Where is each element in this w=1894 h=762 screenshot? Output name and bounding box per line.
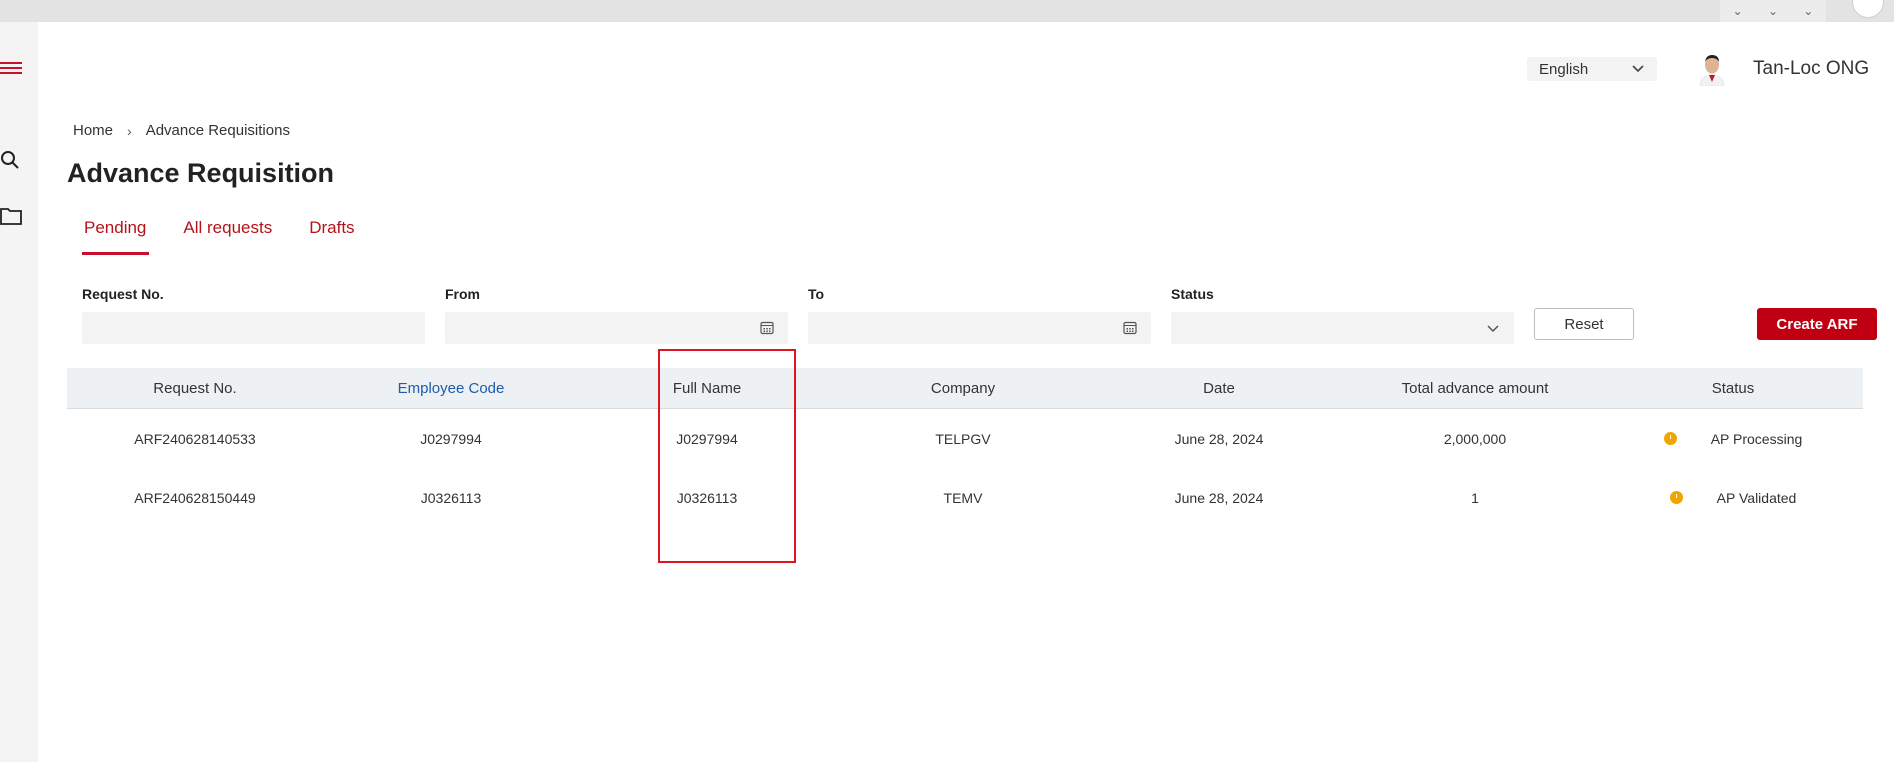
company-cell: TELPGV: [935, 430, 991, 447]
tab-bar: Pending All requests Drafts: [82, 218, 390, 255]
window-top-bar: ⌄ ⌄ ⌄: [0, 0, 1894, 22]
calendar-icon[interactable]: [760, 321, 774, 335]
request-no-cell[interactable]: ARF240628140533: [67, 431, 323, 447]
language-value: English: [1539, 60, 1589, 78]
language-select[interactable]: English: [1527, 57, 1657, 81]
status-select-value[interactable]: [1171, 312, 1514, 344]
from-label: From: [445, 286, 480, 302]
requests-table: Request No. Employee Code Full Name Comp…: [67, 368, 1863, 527]
column-header-date[interactable]: Date: [1091, 380, 1347, 397]
to-label: To: [808, 286, 825, 302]
search-icon[interactable]: [0, 150, 22, 172]
status-label: Status: [1171, 286, 1214, 302]
column-header-amount[interactable]: Total advance amount: [1347, 380, 1603, 397]
date-cell: June 28, 2024: [1174, 430, 1264, 447]
column-header-company[interactable]: Company: [835, 380, 1091, 397]
breadcrumb-current: Advance Requisitions: [145, 122, 290, 139]
page-title: Advance Requisition: [67, 158, 335, 188]
from-filter: From: [445, 286, 788, 344]
profile-circle[interactable]: [1852, 0, 1884, 18]
breadcrumb-home[interactable]: Home: [73, 122, 113, 139]
status-text: AP Validated: [1716, 489, 1797, 506]
status-cell: AP Processing: [1603, 431, 1863, 447]
avatar[interactable]: [1697, 52, 1727, 87]
chevron-down-icon[interactable]: ⌄: [1803, 4, 1813, 18]
chevron-down-icon: [1487, 325, 1499, 333]
from-date-input[interactable]: [445, 312, 788, 344]
date-cell: June 28, 2024: [1174, 489, 1264, 506]
chevron-down-icon[interactable]: ⌄: [1768, 4, 1778, 18]
request-no-cell[interactable]: ARF240628150449: [67, 490, 323, 506]
create-arf-button[interactable]: Create ARF: [1757, 308, 1877, 340]
amount-cell: 1: [1471, 489, 1479, 506]
tab-pending[interactable]: Pending: [82, 218, 150, 255]
employee-code-cell: J0326113: [420, 489, 482, 506]
full-name-cell: J0297994: [676, 430, 738, 447]
chevron-right-icon: ›: [127, 122, 132, 139]
tab-drafts[interactable]: Drafts: [307, 218, 357, 255]
to-filter: To: [808, 286, 1151, 344]
status-filter: Status: [1171, 286, 1514, 344]
status-select[interactable]: [1171, 312, 1514, 344]
menu-icon[interactable]: [0, 62, 22, 76]
clock-icon: [1663, 432, 1677, 445]
calendar-icon[interactable]: [1123, 321, 1137, 335]
request-no-filter: Request No.: [82, 286, 425, 344]
status-cell: AP Validated: [1603, 490, 1863, 506]
request-no-input[interactable]: [82, 312, 425, 344]
table-row[interactable]: ARF240628140533 J0297994 J0297994 TELPGV…: [67, 409, 1863, 468]
sidebar: [0, 22, 38, 762]
column-header-employee-code[interactable]: Employee Code: [323, 380, 579, 397]
employee-code-cell: J0297994: [420, 430, 482, 447]
to-date-input[interactable]: [808, 312, 1151, 344]
column-header-request-no[interactable]: Request No.: [67, 380, 323, 397]
status-text: AP Processing: [1710, 430, 1803, 447]
chevron-down-icon: [1632, 65, 1644, 73]
reset-button[interactable]: Reset: [1534, 308, 1634, 340]
column-header-full-name[interactable]: Full Name: [579, 380, 835, 397]
folder-icon[interactable]: [0, 206, 22, 228]
user-name[interactable]: Tan-Loc ONG: [1753, 58, 1869, 80]
amount-cell: 2,000,000: [1443, 430, 1507, 447]
table-header: Request No. Employee Code Full Name Comp…: [67, 368, 1863, 409]
request-no-label: Request No.: [82, 286, 164, 302]
window-controls: ⌄ ⌄ ⌄: [1720, 0, 1826, 22]
clock-icon: [1669, 491, 1683, 504]
header-right: English Tan-Loc ONG: [1527, 52, 1869, 87]
full-name-cell: J0326113: [676, 489, 738, 506]
chevron-down-icon[interactable]: ⌄: [1733, 4, 1743, 18]
table-row[interactable]: ARF240628150449 J0326113 J0326113 TEMV J…: [67, 468, 1863, 527]
breadcrumb: Home › Advance Requisitions: [73, 122, 290, 139]
company-cell: TEMV: [943, 489, 983, 506]
tab-all-requests[interactable]: All requests: [181, 218, 275, 255]
column-header-status[interactable]: Status: [1603, 380, 1863, 397]
